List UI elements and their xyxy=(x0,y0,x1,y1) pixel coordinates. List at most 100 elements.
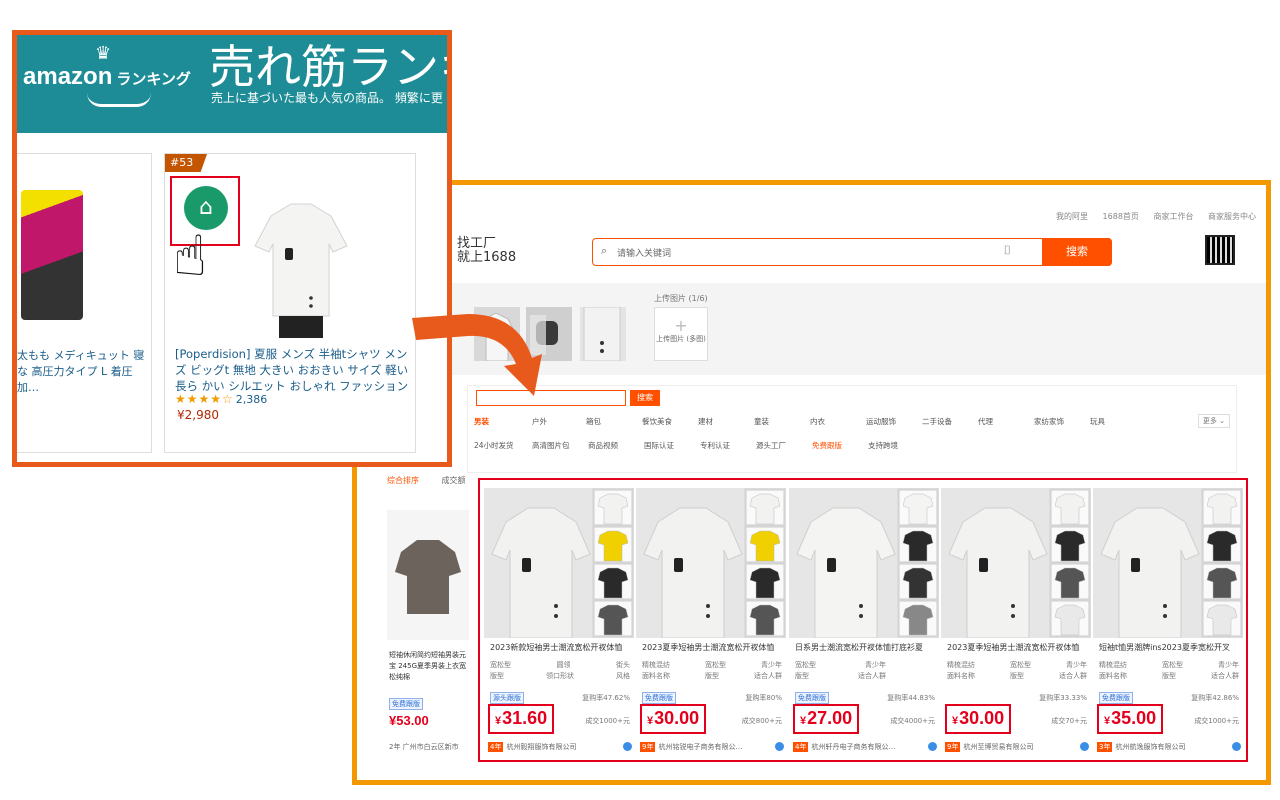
repeat-rate: 复购率33.33% xyxy=(1039,694,1087,702)
category-item[interactable]: 玩具 xyxy=(1090,416,1146,427)
supplier-row[interactable]: 9年 杭州铭锐电子商务有限公… xyxy=(640,742,784,752)
supplier-name[interactable]: 杭州毅翔服饰有限公司 xyxy=(506,743,576,751)
attr-label: 版型 xyxy=(1162,672,1176,680)
product-image[interactable] xyxy=(1093,488,1243,638)
product-title[interactable]: 短袖t恤男潮牌ins2023夏季宽松开叉 xyxy=(1099,642,1239,653)
supplier-name[interactable]: 杭州铭锐电子商务有限公… xyxy=(658,743,742,751)
top-link[interactable]: 我的阿里 xyxy=(1056,212,1088,221)
supplier-name[interactable]: 杭州至博贸易有限公司 xyxy=(963,743,1033,751)
product-image[interactable] xyxy=(636,488,786,638)
price-value: 27.00 xyxy=(807,708,853,728)
chat-icon[interactable] xyxy=(928,742,937,751)
category-item[interactable]: 运动服饰 xyxy=(866,416,922,427)
product-image[interactable] xyxy=(251,188,351,338)
attr-label: 版型 xyxy=(705,672,719,680)
category-item[interactable]: 户外 xyxy=(532,416,586,427)
product-image[interactable] xyxy=(21,190,83,320)
sort-option[interactable]: 综合排序 xyxy=(387,476,419,485)
filter-panel: 搜索 男装 户外 箱包 餐饮美食 建材 童装 内衣 运动服饰 二手设备 代理 家纺家饰 玩具 更多 ⌄… xyxy=(467,385,1237,473)
chat-icon[interactable] xyxy=(1080,742,1089,751)
category-item[interactable]: 内衣 xyxy=(810,416,866,427)
currency: ¥ xyxy=(952,715,959,727)
service-item[interactable]: 专利认证 xyxy=(700,440,756,451)
search-bar[interactable]: ⌕ 请输入关键词 ⌷ 搜索 xyxy=(592,237,1112,266)
ali-logo[interactable]: 找工厂 就上1688 xyxy=(457,237,516,265)
top-link[interactable]: 1688首页 xyxy=(1103,212,1139,221)
product-card[interactable]: 日系男士潮流宽松开衩体恤打底衫夏 宽松型 青少年 版型 适合人群 免费跟版 复购率4… xyxy=(789,488,939,758)
pointer-hand-icon: ☝ xyxy=(173,224,208,289)
top-link[interactable]: 商家服务中心 xyxy=(1208,212,1256,221)
supplier-name[interactable]: 杭州轩丹电子商务有限公… xyxy=(811,743,895,751)
chat-icon[interactable] xyxy=(623,742,632,751)
category-item[interactable]: 童装 xyxy=(754,416,810,427)
camera-icon[interactable]: ⌷ xyxy=(1004,243,1011,258)
service-item[interactable]: 免费跟版 xyxy=(812,440,868,451)
product-image[interactable] xyxy=(484,488,634,638)
product-card[interactable]: 短袖休闲简约短袖男装元宝 245G夏季男装上衣宽松纯棉 免费跟版 ¥53.00 … xyxy=(387,510,469,755)
service-row: 24小时发货 高清图片包 商品视频 国际认证 专利认证 源头工厂 免费跟版 支持跨境 xyxy=(474,440,924,451)
product-title[interactable]: [Poperdision] 夏服 メンズ 半袖tシャツ メンズ ビッグt 無地 … xyxy=(175,346,413,394)
product-attributes: 精梳混纺 宽松型 青少年 面料名称 版型 适合人群 xyxy=(642,660,782,682)
attr-value: 宽松型 xyxy=(1162,661,1183,669)
sold-amount: 成交800+元 xyxy=(741,717,782,725)
product-title[interactable]: 短袖休闲简约短袖男装元宝 245G夏季男装上衣宽松纯棉 xyxy=(389,650,469,683)
service-item[interactable]: 24小时发货 xyxy=(474,440,532,451)
attr-value: 宽松型 xyxy=(1010,661,1031,669)
supplier-name[interactable]: 杭州航逸服饰有限公司 xyxy=(1115,743,1185,751)
rating-stars[interactable]: ★★★★☆ 2,386 xyxy=(175,392,267,406)
product-attributes: 精梳混纺 宽松型 青少年 面料名称 版型 适合人群 xyxy=(947,660,1087,682)
sort-option[interactable]: 成交额 xyxy=(442,476,466,485)
search-input[interactable]: 请输入关键词 xyxy=(617,246,671,259)
qr-code-icon xyxy=(1205,235,1235,265)
product-card[interactable]: 短袖t恤男潮牌ins2023夏季宽松开叉 精梳混纺 宽松型 青少年 面料名称 版型 适合… xyxy=(1093,488,1243,758)
service-item[interactable]: 支持跨境 xyxy=(868,440,924,451)
top-link[interactable]: 商家工作台 xyxy=(1153,212,1193,221)
product-image[interactable] xyxy=(387,510,469,640)
rank-badge: #53 xyxy=(165,154,207,172)
service-item[interactable]: 国际认证 xyxy=(644,440,700,451)
service-item[interactable]: 商品视频 xyxy=(588,440,644,451)
product-card[interactable]: #53 ⌂ ☝ [Poperdision] 夏服 メンズ 半袖tシャツ メンズ … xyxy=(164,153,416,453)
image-thumb[interactable] xyxy=(580,307,626,361)
supplier-row[interactable]: 4年 杭州轩丹电子商务有限公… xyxy=(793,742,937,752)
service-badge: 免费跟版 xyxy=(389,698,423,710)
product-card[interactable]: 2023夏季短袖男士潮流宽松开衩体恤 精梳混纺 宽松型 青少年 面料名称 版型 适合人群… xyxy=(941,488,1091,758)
product-card[interactable]: 2023新款短袖男士潮流宽松开衩体恤 宽松型 圆领 街头 版型 领口形状 风格 源头跟版… xyxy=(484,488,634,758)
supplier-row[interactable]: 4年 杭州毅翔服饰有限公司 xyxy=(488,742,632,752)
supplier-row[interactable]: 3年 杭州航逸服饰有限公司 xyxy=(1097,742,1241,752)
chat-icon[interactable] xyxy=(775,742,784,751)
category-item[interactable]: 餐饮美食 xyxy=(642,416,698,427)
smile-arrow-icon xyxy=(87,93,151,107)
category-item[interactable]: 建材 xyxy=(698,416,754,427)
category-item[interactable]: 家纺家饰 xyxy=(1034,416,1090,427)
product-image[interactable] xyxy=(789,488,939,638)
category-item[interactable]: 二手设备 xyxy=(922,416,978,427)
filter-search-button[interactable]: 搜索 xyxy=(630,390,660,406)
product-title[interactable]: 日系男士潮流宽松开衩体恤打底衫夏 xyxy=(795,642,935,653)
attr-label: 风格 xyxy=(616,672,630,680)
upload-label: 上传图片 (1/6) xyxy=(654,294,708,303)
service-item[interactable]: 源头工厂 xyxy=(756,440,812,451)
category-item[interactable]: 男装 xyxy=(474,416,532,427)
product-title[interactable]: 2023夏季短袖男士潮流宽松开衩体恤 xyxy=(947,642,1087,653)
category-item[interactable]: 箱包 xyxy=(586,416,642,427)
repeat-rate: 复购率80% xyxy=(745,694,782,702)
upload-button[interactable]: + 上传图片 (多图) xyxy=(654,307,708,361)
more-button[interactable]: 更多 ⌄ xyxy=(1197,414,1230,428)
product-title[interactable]: 太もも メディキュット 寝な 高圧力タイプ L 着圧 加… xyxy=(17,348,151,396)
amazon-logo[interactable]: amazon ランキング xyxy=(23,63,191,91)
supplier-name[interactable]: 2年 广州市白云区新市 xyxy=(389,742,459,752)
product-title[interactable]: 2023夏季短袖男士潮流宽松开衩体恤 xyxy=(642,642,782,653)
ali1688-window: 我的阿里 1688首页 商家工作台 商家服务中心 找工厂 就上1688 ⌕ 请输… xyxy=(352,180,1271,785)
product-title[interactable]: 2023新款短袖男士潮流宽松开衩体恤 xyxy=(490,642,630,653)
service-item[interactable]: 高清图片包 xyxy=(532,440,588,451)
category-item[interactable]: 代理 xyxy=(978,416,1034,427)
product-card[interactable]: 太もも メディキュット 寝な 高圧力タイプ L 着圧 加… xyxy=(17,153,152,453)
product-image[interactable] xyxy=(941,488,1091,638)
supplier-row[interactable]: 9年 杭州至博贸易有限公司 xyxy=(945,742,1089,752)
product-price: ¥27.00 xyxy=(793,704,860,734)
chat-icon[interactable] xyxy=(1232,742,1241,751)
review-count[interactable]: 2,386 xyxy=(236,393,268,406)
search-button[interactable]: 搜索 xyxy=(1042,237,1112,266)
product-card[interactable]: 2023夏季短袖男士潮流宽松开衩体恤 精梳混纺 宽松型 青少年 面料名称 版型 适合人群… xyxy=(636,488,786,758)
